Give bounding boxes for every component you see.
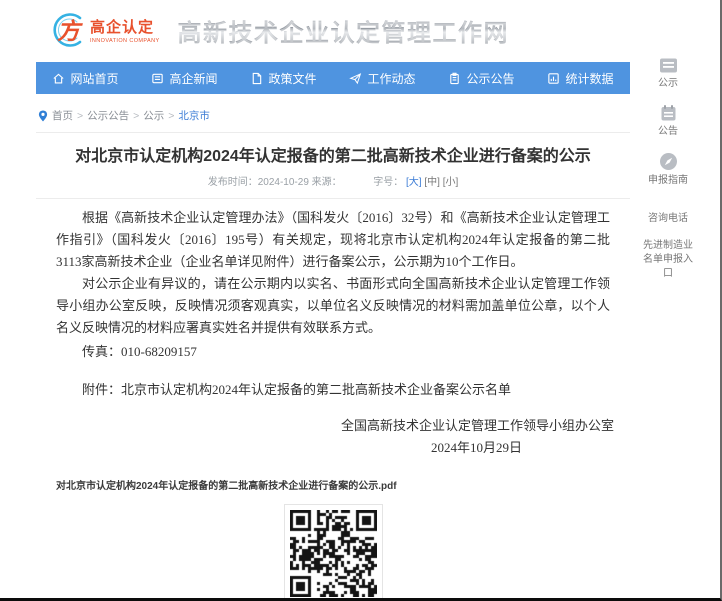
breadcrumb: 首页 > 公示公告 > 公示 > 北京市 [36,106,630,133]
nav-item-label: 工作动态 [367,70,415,87]
document-icon [250,72,263,85]
sidebar-item-gonggao[interactable]: 公告 [642,104,694,139]
sidebar-item-hotline[interactable]: 咨询电话 [642,212,694,226]
main-nav: 网站首页 高企新闻 政策文件 工作动态 公示公告 [36,62,630,94]
sidebar-item-label: 先进制造业名单申报入口 [642,239,694,281]
attachment-pdf-link[interactable]: 对北京市认定机构2024年认定报备的第二批高新技术企业进行备案的公示.pdf [36,477,630,492]
sidebar-item-gongshi[interactable]: 公示 [642,57,694,91]
sidebar-item-label: 咨询电话 [642,212,694,226]
breadcrumb-separator: > [133,110,139,122]
sidebar-item-label: 公告 [642,125,694,139]
nav-item-news[interactable]: 高企新闻 [135,62,234,94]
bulletin-icon [642,57,694,74]
source-label: 来源： [312,177,342,188]
site-title: 高新技术企业认定管理工作网 [178,13,510,48]
signature-office: 全国高新技术企业认定管理工作领导小组办公室 [36,415,614,437]
site-header: 方 高企认定 INNOVATION COMPANY 高新技术企业认定管理工作网 [46,9,509,51]
news-icon [151,72,164,85]
paragraph-fax: 传真：010-68209157 [56,341,610,363]
signature-block: 全国高新技术企业认定管理工作领导小组办公室 2024年10月29日 [36,415,630,459]
page: 方 高企认定 INNOVATION COMPANY 高新技术企业认定管理工作网 … [0,0,722,601]
nav-item-label: 公示公告 [466,70,514,87]
clipboard-icon [448,72,461,85]
breadcrumb-gongshi[interactable]: 公示 [143,108,164,123]
publish-date: 发布时间：2024-10-29 [208,177,309,188]
article-body: 根据《高新技术企业认定管理办法》（国科发火〔2016〕32号）和《高新技术企业认… [36,199,630,401]
quick-sidebar: 公示 公告 申报指南 咨询电话 先进制造业名单申报入口 [642,57,694,294]
nav-item-label: 高企新闻 [169,70,217,87]
sidebar-item-label: 申报指南 [642,174,694,188]
signature-date: 2024年10月29日 [36,437,614,459]
home-icon [52,72,65,85]
qr-code [284,504,383,601]
qr-block: 扫一扫在手机打开当前页 [36,504,630,601]
nav-item-label: 统计数据 [565,70,613,87]
location-pin-icon [38,110,48,122]
nav-item-updates[interactable]: 工作动态 [333,62,432,94]
font-size-label: 字号： [373,177,403,188]
paragraph-objection: 对公示企业有异议的，请在公示期内以实名、书面形式向全国高新技术企业认定管理工作领… [56,273,610,339]
article-meta: 发布时间：2024-10-29 来源： 字号： [大] [中] [小] [36,173,630,188]
breadcrumb-beijing[interactable]: 北京市 [178,108,210,123]
breadcrumb-home[interactable]: 首页 [52,108,73,123]
sidebar-item-guide[interactable]: 申报指南 [642,152,694,188]
article-title: 对北京市认定机构2024年认定报备的第二批高新技术企业进行备案的公示 [36,146,630,168]
logo-brand-cn: 高企认定 [90,16,160,37]
chart-icon [547,72,560,85]
article-header: 对北京市认定机构2024年认定报备的第二批高新技术企业进行备案的公示 发布时间：… [36,146,630,199]
nav-item-label: 网站首页 [70,70,118,87]
paragraph-basis: 根据《高新技术企业认定管理办法》（国科发火〔2016〕32号）和《高新技术企业认… [56,207,610,273]
send-icon [349,72,362,85]
breadcrumb-separator: > [77,110,83,122]
nav-item-label: 政策文件 [268,70,316,87]
sidebar-item-manufacturing-entry[interactable]: 先进制造业名单申报入口 [642,239,694,281]
main-content: 首页 > 公示公告 > 公示 > 北京市 对北京市认定机构2024年认定报备的第… [36,106,630,601]
font-size-medium-button[interactable]: [中] [424,177,440,188]
svg-text:方: 方 [57,18,83,44]
site-logo[interactable]: 方 高企认定 INNOVATION COMPANY [46,9,160,51]
guide-compass-icon [642,152,694,171]
notice-icon [642,104,694,122]
sidebar-item-label: 公示 [642,77,694,91]
font-size-large-button[interactable]: [大] [406,177,422,188]
logo-brand-en: INNOVATION COMPANY [90,38,160,44]
breadcrumb-separator: > [168,110,174,122]
nav-item-home[interactable]: 网站首页 [36,62,135,94]
nav-item-announcements[interactable]: 公示公告 [432,62,531,94]
font-size-small-button[interactable]: [小] [443,177,459,188]
nav-item-statistics[interactable]: 统计数据 [531,62,630,94]
breadcrumb-announcements[interactable]: 公示公告 [87,108,129,123]
paragraph-attachment: 附件：北京市认定机构2024年认定报备的第二批高新技术企业备案公示名单 [56,379,610,401]
nav-item-policy[interactable]: 政策文件 [234,62,333,94]
logo-swoosh-icon: 方 [46,9,86,51]
